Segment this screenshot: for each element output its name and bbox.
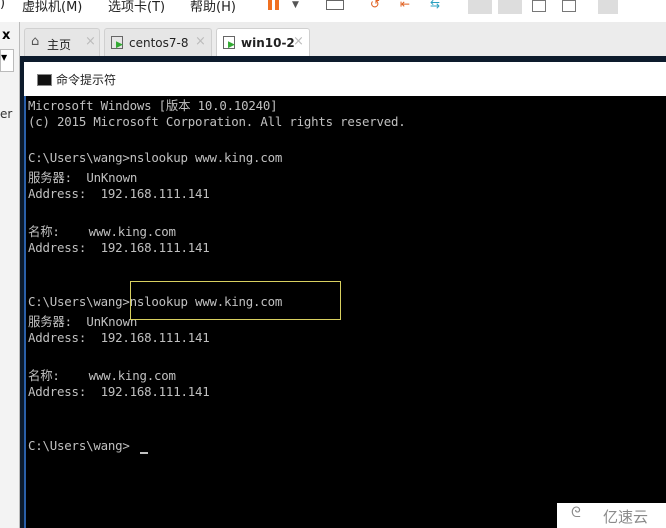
vm-icon: ▶ [223, 36, 235, 50]
search-dropdown[interactable]: ▼ [0, 49, 14, 72]
manage-snapshot-icon[interactable]: ⇆ [430, 0, 440, 11]
menu-tabs[interactable]: 选项卡(T) [108, 0, 165, 15]
menu-help[interactable]: 帮助(H) [190, 0, 236, 15]
tab-centos7-8[interactable]: ▶ centos7-8 × [104, 28, 212, 57]
close-icon[interactable]: x [2, 28, 10, 43]
cmd-icon [37, 74, 52, 86]
send-keys-icon[interactable] [326, 0, 344, 10]
library-item-partial[interactable]: er [0, 107, 12, 121]
tab-label: win10-2 [241, 36, 295, 50]
dropdown-icon[interactable]: ▼ [292, 0, 299, 14]
menu-bar: ) 虚拟机(M) 选项卡(T) 帮助(H) ▼ ↺ ⇤ ⇆ [0, 0, 666, 20]
console-line: Address: 192.168.111.141 [28, 240, 210, 255]
tab-label: 主页 [47, 38, 72, 52]
menu-partial: ) [0, 0, 6, 11]
console-line: C:\Users\wang>nslookup www.king.com [28, 150, 283, 165]
home-icon: ⌂ [31, 34, 40, 49]
console-output[interactable]: Microsoft Windows [版本 10.0.10240] (c) 201… [24, 96, 666, 528]
text-cursor [140, 452, 148, 454]
console-line: Microsoft Windows [版本 10.0.10240] [28, 98, 278, 113]
console-line: 名称: www.king.com [28, 368, 176, 383]
console-line: Address: 192.168.111.141 [28, 330, 210, 345]
watermark: ᘓ 亿速云 [557, 503, 666, 528]
console-line: C:\Users\wang> [28, 438, 130, 453]
thumbnail-view-icon[interactable] [498, 0, 522, 14]
close-tab-icon[interactable]: × [195, 34, 206, 49]
snapshot-icon[interactable]: ↺ [370, 0, 380, 11]
console-line: Address: 192.168.111.141 [28, 186, 210, 201]
menu-vm[interactable]: 虚拟机(M) [22, 0, 82, 15]
tab-bar: ⌂ 主页 × ▶ centos7-8 × ▶ win10-2 × [20, 22, 666, 58]
pause-icon[interactable] [268, 0, 280, 14]
console-line: Address: 192.168.111.141 [28, 384, 210, 399]
unity-icon[interactable] [562, 0, 576, 12]
watermark-text: 亿速云 [603, 508, 649, 526]
close-tab-icon[interactable]: × [293, 34, 304, 49]
console-view-icon[interactable] [598, 0, 618, 14]
console-line: 名称: www.king.com [28, 224, 176, 239]
window-title: 命令提示符 [56, 73, 117, 87]
console-line: (c) 2015 Microsoft Corporation. All righ… [28, 114, 406, 129]
revert-icon[interactable]: ⇤ [400, 0, 410, 11]
cmd-title-bar[interactable]: 命令提示符 [24, 62, 666, 96]
cloud-logo-icon: ᘓ [571, 505, 581, 521]
tab-win10-2[interactable]: ▶ win10-2 × [216, 28, 310, 58]
library-view-icon[interactable] [468, 0, 492, 14]
console-line: 服务器: UnKnown [28, 314, 138, 329]
console-line: 服务器: UnKnown [28, 170, 138, 185]
library-panel: x ▼ er [0, 22, 20, 528]
tab-home[interactable]: ⌂ 主页 × [24, 28, 100, 57]
fullscreen-icon[interactable] [532, 0, 546, 12]
selection-highlight [130, 281, 341, 320]
close-tab-icon[interactable]: × [85, 34, 96, 49]
vm-icon: ▶ [111, 36, 123, 50]
tab-label: centos7-8 [129, 36, 189, 50]
